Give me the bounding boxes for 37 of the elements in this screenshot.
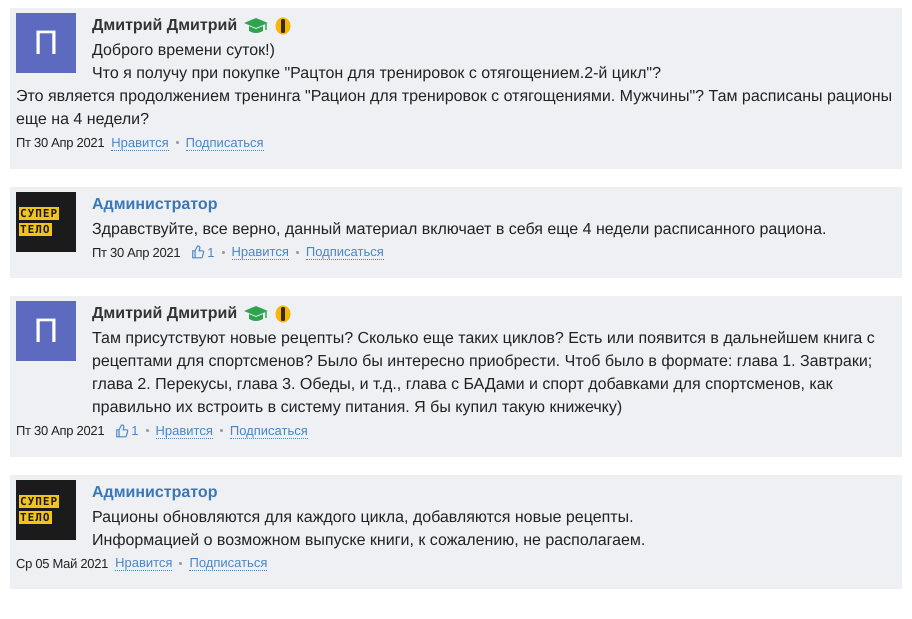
like-count[interactable]: 1 — [191, 242, 214, 262]
comment-text: Рационы обновляются для каждого цикла, добавляются новые рецепты. — [92, 508, 634, 526]
comment-text: Там присутствуют новые рецепты? Сколько еще таких циклов? Есть или появится в дальнейшем книга с рецептами для спортсменов? Было бы интересно приобрести. Чтоб было в формате: глава 1. Завтраки; глава 2. Перекусы, глава 3. Обеды, и т.д., глава с БАДами и спорт добавками для спортсменов, как правильно их встроить в систему питания. Я бы купил такую книжечку) — [92, 330, 875, 416]
thumbs-up-icon — [191, 245, 206, 260]
graduation-cap-icon — [243, 305, 270, 323]
logo-text: ТЕЛО — [19, 223, 52, 236]
comment-text: Здравствуйте, все верно, данный материал включает в себя еще 4 недели расписанного рациона. — [92, 220, 826, 238]
comment-action-link[interactable]: Нравится — [156, 422, 213, 439]
comment-action-link[interactable]: Подписаться — [230, 422, 308, 439]
comment-text: Информацией о возможном выпуске книги, к сожалению, не располагаем. — [92, 532, 646, 548]
comment-text: Это является продолжением тренинга "Рацион для тренировок с отягощениями. Мужчины"? Там расписаны рационы еще на 4 недели? — [16, 88, 892, 128]
comment-action-link[interactable]: Нравится — [232, 244, 289, 260]
comment-action-link[interactable]: Нравится — [111, 134, 169, 151]
comment-text: Что я получу при покупке "Рацтон для тренировок с отягощением.2-й цикл"? — [92, 65, 661, 82]
comment-date: Пт 30 Апр 2021 — [92, 244, 180, 262]
comment-action-link[interactable]: Нравится — [115, 555, 172, 572]
comment-action-link[interactable]: Подписаться — [189, 555, 268, 572]
author-name: Дмитрий Дмитрий — [92, 304, 238, 324]
comment-date: Пт 30 Апр 2021 — [16, 422, 104, 440]
comment-date: Пт 30 Апр 2021 — [16, 134, 104, 152]
comment-date: Ср 05 Май 2021 — [16, 554, 108, 573]
coin-icon — [275, 17, 292, 35]
logo-text: СУПЕР — [19, 495, 60, 508]
like-count[interactable]: 1 — [115, 421, 138, 440]
comment-text: Доброго времени суток!) — [92, 42, 275, 59]
logo-text: СУПЕР — [19, 207, 60, 220]
graduation-cap-icon — [243, 17, 270, 35]
author-name: Дмитрий Дмитрий — [92, 16, 238, 36]
author-name: Администратор — [92, 482, 218, 502]
author-name: Администратор — [92, 194, 218, 214]
avatar: П — [16, 301, 76, 361]
comment-action-link[interactable]: Подписаться — [186, 134, 264, 151]
avatar: П — [16, 13, 76, 73]
logo-text: ТЕЛО — [19, 511, 52, 524]
comment-action-link[interactable]: Подписаться — [306, 244, 384, 260]
thumbs-up-icon — [115, 424, 130, 438]
coin-icon — [275, 305, 292, 323]
